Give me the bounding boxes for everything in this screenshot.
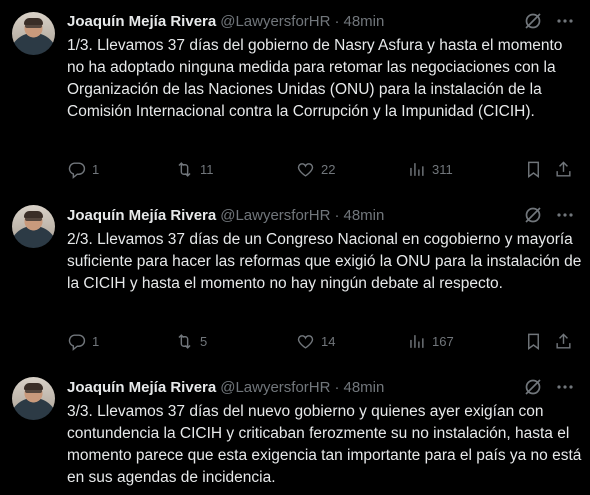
share-icon (556, 160, 571, 177)
action-bar: 1 11 22 311 (67, 159, 582, 179)
more-icon[interactable] (555, 377, 575, 397)
author-name[interactable]: Joaquín Mejía Rivera (67, 379, 216, 396)
views-icon (410, 334, 424, 348)
reply-icon (68, 161, 86, 179)
like-button[interactable]: 22 (296, 159, 335, 179)
retweet-count: 5 (200, 333, 208, 349)
more-icon[interactable] (555, 205, 575, 225)
retweet-icon (178, 333, 191, 349)
tweet-text: 1/3. Llevamos 37 días del gobierno de Na… (67, 37, 563, 120)
timestamp[interactable]: 48min (343, 379, 384, 396)
heart-icon (297, 162, 314, 177)
share-button[interactable] (554, 159, 573, 179)
tweet-1[interactable]: Joaquín Mejía Rivera @LawyersforHR · 48m… (0, 0, 590, 195)
retweet-button[interactable]: 11 (175, 159, 214, 179)
bookmark-button[interactable] (524, 331, 543, 351)
avatar[interactable] (12, 377, 55, 420)
grok-icon[interactable] (523, 377, 543, 397)
more-icon[interactable] (555, 11, 575, 31)
views-button[interactable]: 311 (407, 159, 453, 179)
timestamp[interactable]: 48min (343, 207, 384, 224)
grok-icon[interactable] (523, 205, 543, 225)
author-handle[interactable]: @LawyersforHR (220, 379, 330, 396)
tweet-text: 3/3. Llevamos 37 días del nuevo gobierno… (67, 403, 582, 486)
tweet-header: Joaquín Mejía Rivera @LawyersforHR · 48m… (67, 205, 384, 225)
bookmark-button[interactable] (524, 159, 543, 179)
tweet-2[interactable]: Joaquín Mejía Rivera @LawyersforHR · 48m… (0, 195, 590, 369)
bookmark-icon (528, 161, 539, 178)
views-icon (410, 162, 424, 176)
views-button[interactable]: 167 (407, 331, 454, 351)
author-handle[interactable]: @LawyersforHR (220, 207, 330, 224)
reply-count: 1 (92, 333, 100, 349)
reply-button[interactable]: 1 (67, 159, 99, 179)
author-handle[interactable]: @LawyersforHR (220, 13, 330, 30)
grok-icon[interactable] (523, 11, 543, 31)
action-bar: 1 5 14 167 (67, 331, 582, 351)
like-count: 14 (321, 333, 336, 349)
author-name[interactable]: Joaquín Mejía Rivera (67, 13, 216, 30)
tweet-header: Joaquín Mejía Rivera @LawyersforHR · 48m… (67, 377, 384, 397)
share-icon (556, 332, 571, 349)
like-count: 22 (321, 161, 336, 177)
views-count: 167 (432, 333, 454, 349)
heart-icon (297, 334, 314, 349)
tweet-3[interactable]: Joaquín Mejía Rivera @LawyersforHR · 48m… (0, 369, 590, 495)
author-name[interactable]: Joaquín Mejía Rivera (67, 207, 216, 224)
separator: · (334, 206, 340, 224)
reply-button[interactable]: 1 (67, 331, 99, 351)
timestamp[interactable]: 48min (343, 13, 384, 30)
tweet-header: Joaquín Mejía Rivera @LawyersforHR · 48m… (67, 11, 384, 31)
retweet-count: 11 (200, 161, 214, 177)
like-button[interactable]: 14 (296, 331, 335, 351)
retweet-icon (178, 161, 191, 177)
share-button[interactable] (554, 331, 573, 351)
separator: · (334, 12, 340, 30)
separator: · (334, 378, 340, 396)
reply-icon (68, 333, 86, 351)
reply-count: 1 (92, 161, 100, 177)
bookmark-icon (528, 333, 539, 350)
avatar[interactable] (12, 12, 55, 55)
avatar[interactable] (12, 205, 55, 248)
views-count: 311 (432, 161, 453, 177)
retweet-button[interactable]: 5 (175, 331, 207, 351)
tweet-text: 2/3. Llevamos 37 días de un Congreso Nac… (67, 231, 582, 292)
